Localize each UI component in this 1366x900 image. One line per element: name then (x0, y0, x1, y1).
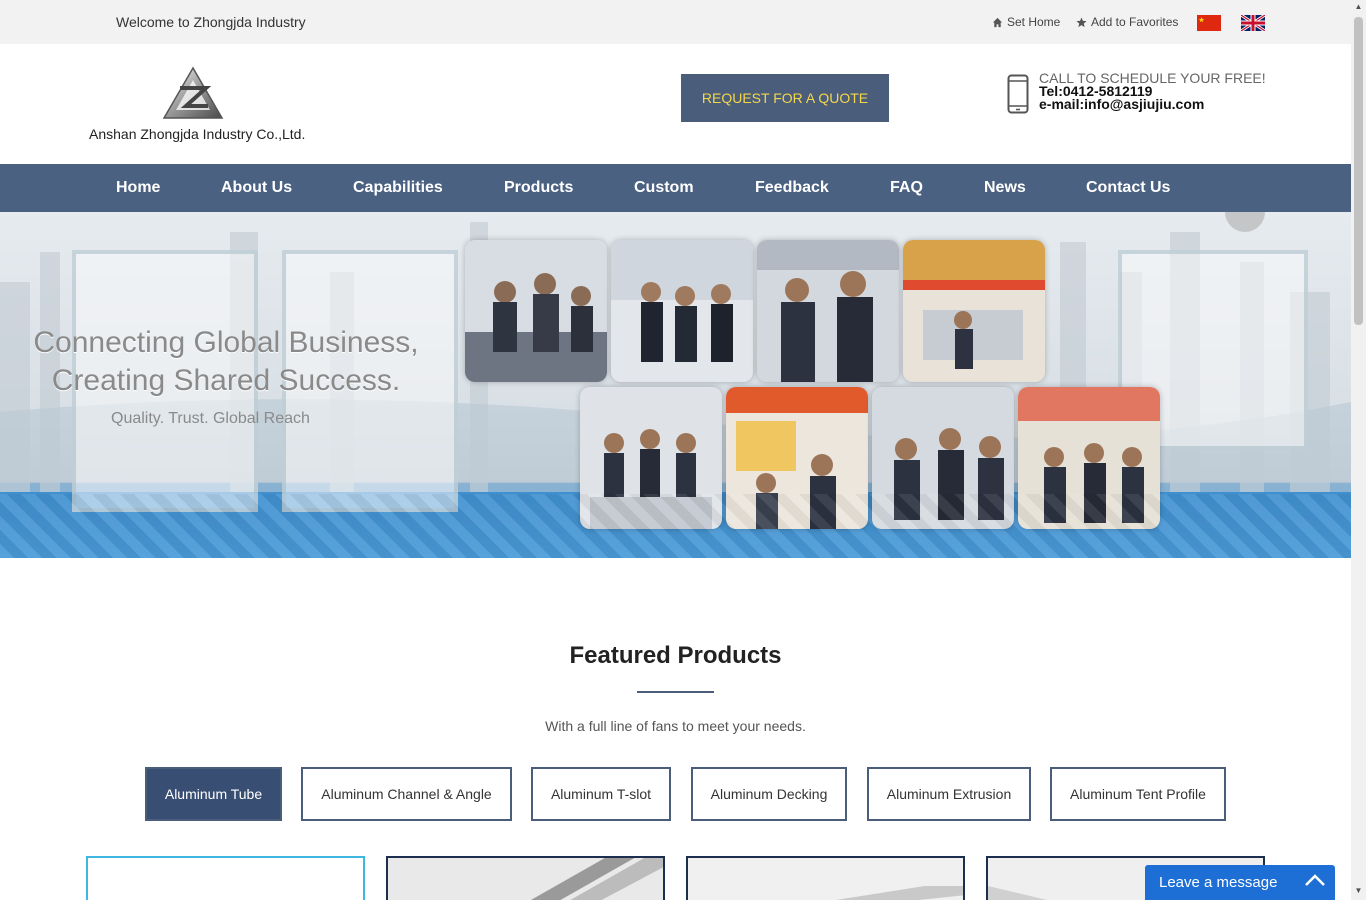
tab-aluminum-extrusion[interactable]: Aluminum Extrusion (867, 767, 1031, 821)
tab-aluminum-channel-angle[interactable]: Aluminum Channel & Angle (301, 767, 512, 821)
tab-aluminum-decking[interactable]: Aluminum Decking (691, 767, 847, 821)
mobile-phone-icon (1007, 74, 1029, 114)
trade-show-photo (903, 240, 1045, 382)
expand-chevron-icon[interactable] (1305, 873, 1325, 889)
product-card[interactable] (386, 856, 665, 900)
tab-aluminum-t-slot[interactable]: Aluminum T-slot (531, 767, 671, 821)
product-image (688, 858, 963, 900)
leave-message-button[interactable]: Leave a message (1145, 865, 1335, 900)
china-flag-icon[interactable] (1197, 15, 1221, 31)
tab-aluminum-tent-profile[interactable]: Aluminum Tent Profile (1050, 767, 1226, 821)
star-icon (1076, 16, 1087, 27)
add-favorites-label: Add to Favorites (1091, 15, 1179, 29)
trade-show-photo (465, 240, 607, 382)
product-image (388, 858, 663, 900)
product-card[interactable] (686, 856, 965, 900)
nav-item-capabilities[interactable]: Capabilities (353, 179, 443, 197)
featured-products-subtitle: With a full line of fans to meet your ne… (545, 718, 806, 734)
nav-item-about-us[interactable]: About Us (221, 179, 292, 197)
email-address[interactable]: e-mail:info@asjiujiu.com (1039, 97, 1266, 111)
featured-products-title: Featured Products (569, 642, 782, 669)
nav-item-faq[interactable]: FAQ (890, 179, 923, 197)
set-home-label: Set Home (1007, 15, 1061, 29)
banner-headline-line-1: Connecting Global Business, (33, 326, 419, 359)
tab-aluminum-tube[interactable]: Aluminum Tube (145, 767, 282, 821)
nav-item-products[interactable]: Products (504, 179, 573, 197)
banner-tile-pattern (0, 494, 1351, 558)
nav-item-home[interactable]: Home (116, 179, 160, 197)
banner-headline: Connecting Global Business, Creating Sha… (22, 324, 430, 400)
welcome-text: Welcome to Zhongjda Industry (116, 14, 306, 30)
product-card[interactable] (86, 856, 365, 900)
trade-show-photo (611, 240, 753, 382)
top-bar: Welcome to Zhongjda Industry Set Home Ad… (0, 0, 1351, 44)
nav-item-feedback[interactable]: Feedback (755, 179, 829, 197)
add-favorites-link[interactable]: Add to Favorites (1076, 15, 1178, 29)
uk-flag-icon[interactable] (1241, 15, 1265, 31)
contact-info: CALL TO SCHEDULE YOUR FREE! Tel:0412-581… (1039, 71, 1266, 111)
scroll-up-arrow-icon[interactable]: ▲ (1354, 3, 1363, 11)
site-header: Anshan Zhongjda Industry Co.,Ltd. REQUES… (0, 44, 1351, 164)
request-quote-button[interactable]: REQUEST FOR A QUOTE (681, 74, 889, 122)
banner-tagline: Quality. Trust. Global Reach (111, 410, 310, 427)
nav-item-contact-us[interactable]: Contact Us (1086, 179, 1170, 197)
set-home-link[interactable]: Set Home (992, 15, 1060, 29)
home-icon (992, 17, 1003, 27)
nav-item-news[interactable]: News (984, 179, 1026, 197)
banner-headline-line-2: Creating Shared Success. (51, 364, 401, 397)
scroll-down-arrow-icon[interactable]: ▼ (1354, 887, 1363, 895)
nav-item-custom[interactable]: Custom (634, 179, 694, 197)
main-nav: Home About Us Capabilities Products Cust… (0, 164, 1351, 212)
trade-show-photo (757, 240, 899, 382)
scrollbar-thumb[interactable] (1354, 17, 1363, 325)
company-logo[interactable] (160, 66, 226, 122)
page-scrollbar[interactable]: ▲ ▼ (1351, 0, 1366, 900)
hero-banner[interactable]: Connecting Global Business, Creating Sha… (0, 212, 1351, 558)
product-image (95, 858, 356, 900)
leave-message-label: Leave a message (1159, 874, 1278, 891)
company-name: Anshan Zhongjda Industry Co.,Ltd. (89, 126, 306, 142)
title-divider (637, 691, 714, 693)
